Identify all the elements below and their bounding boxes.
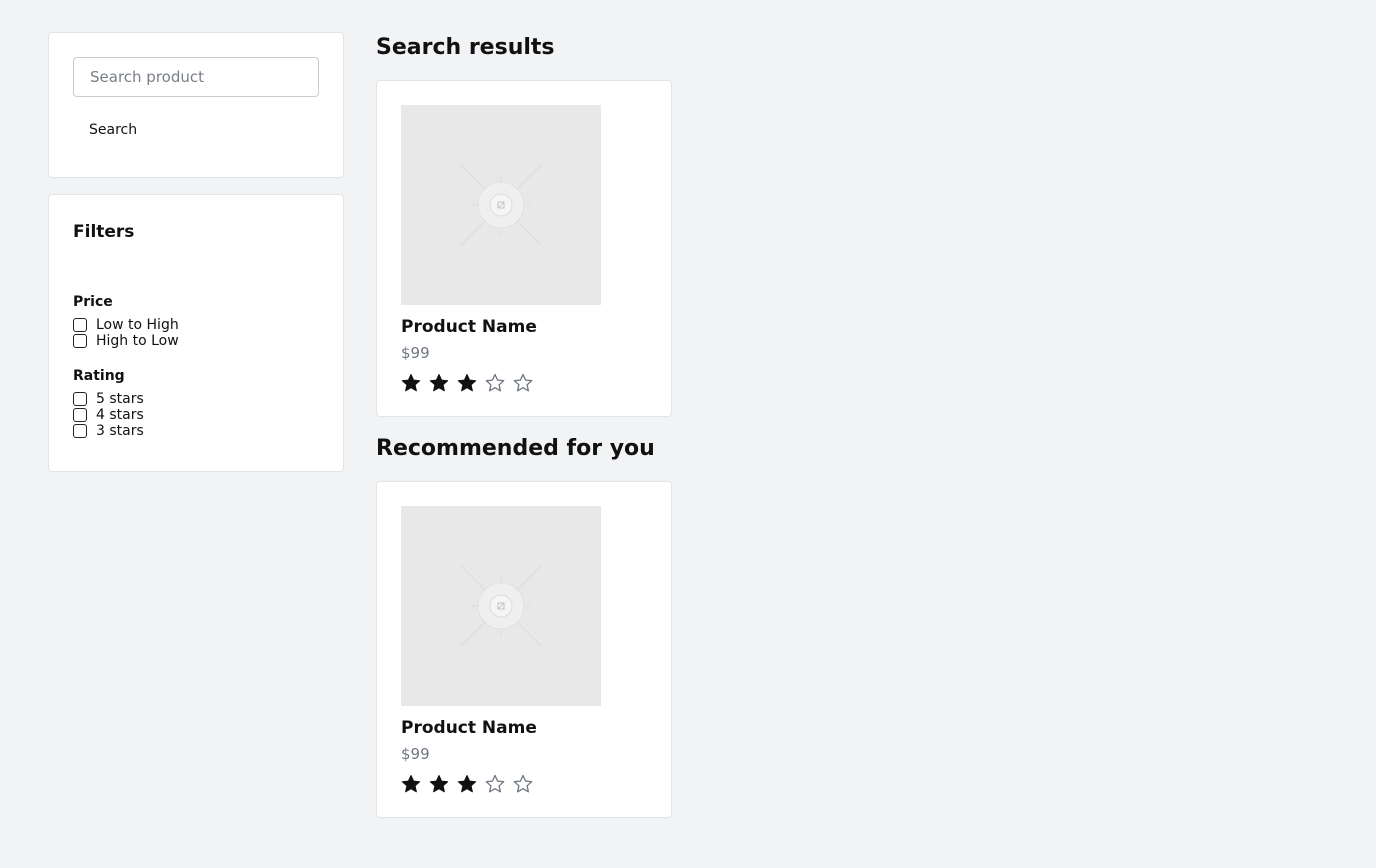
star-empty-icon: [485, 373, 505, 392]
price-option-high-to-low[interactable]: High to Low: [73, 333, 319, 349]
checkbox[interactable]: [73, 334, 87, 348]
rating-option-5-stars[interactable]: 5 stars: [73, 391, 319, 407]
option-label: 5 stars: [96, 391, 144, 407]
star-empty-icon: [485, 774, 505, 793]
price-filter-title: Price: [73, 294, 113, 310]
star-filled-icon: [429, 775, 449, 793]
product-price: $99: [401, 745, 430, 763]
price-option-low-to-high[interactable]: Low to High: [73, 317, 319, 333]
checkbox[interactable]: [73, 408, 87, 422]
price-filter-group: Price Low to High High to Low: [73, 293, 319, 349]
rating-option-4-stars[interactable]: 4 stars: [73, 407, 319, 423]
product-card[interactable]: Product Name $99: [376, 80, 672, 417]
rating-option-3-stars[interactable]: 3 stars: [73, 423, 319, 439]
checkbox[interactable]: [73, 392, 87, 406]
product-price: $99: [401, 344, 430, 362]
product-name[interactable]: Product Name: [401, 718, 647, 738]
star-empty-icon: [513, 373, 533, 392]
star-filled-icon: [429, 374, 449, 392]
checkbox[interactable]: [73, 424, 87, 438]
option-label: High to Low: [96, 333, 179, 349]
search-panel: Search: [48, 32, 344, 178]
filters-panel: Filters Price Low to High High to Low Ra…: [48, 194, 344, 472]
rating-filter-group: Rating 5 stars 4 stars 3 stars: [73, 367, 319, 439]
product-image[interactable]: [401, 105, 601, 305]
sidebar: Search Filters Price Low to High High to…: [48, 32, 344, 472]
filters-title: Filters: [73, 222, 135, 242]
search-button[interactable]: Search: [89, 122, 137, 138]
star-empty-icon: [513, 774, 533, 793]
star-filled-icon: [457, 775, 477, 793]
star-filled-icon: [401, 775, 421, 793]
search-input[interactable]: [73, 57, 319, 97]
option-label: 4 stars: [96, 407, 144, 423]
product-image[interactable]: [401, 506, 601, 706]
product-name[interactable]: Product Name: [401, 317, 647, 337]
option-label: Low to High: [96, 317, 179, 333]
search-results-title: Search results: [376, 35, 555, 60]
star-filled-icon: [401, 374, 421, 392]
rating-filter-title: Rating: [73, 368, 125, 384]
option-label: 3 stars: [96, 423, 144, 439]
star-rating: [401, 774, 647, 794]
product-card[interactable]: Product Name $99: [376, 481, 672, 818]
checkbox[interactable]: [73, 318, 87, 332]
recommended-title: Recommended for you: [376, 436, 655, 461]
star-filled-icon: [457, 374, 477, 392]
main-content: Search results Product Name $99 Recommen…: [376, 32, 672, 818]
image-placeholder-icon: [460, 164, 542, 246]
star-rating: [401, 373, 647, 393]
image-placeholder-icon: [460, 565, 542, 647]
